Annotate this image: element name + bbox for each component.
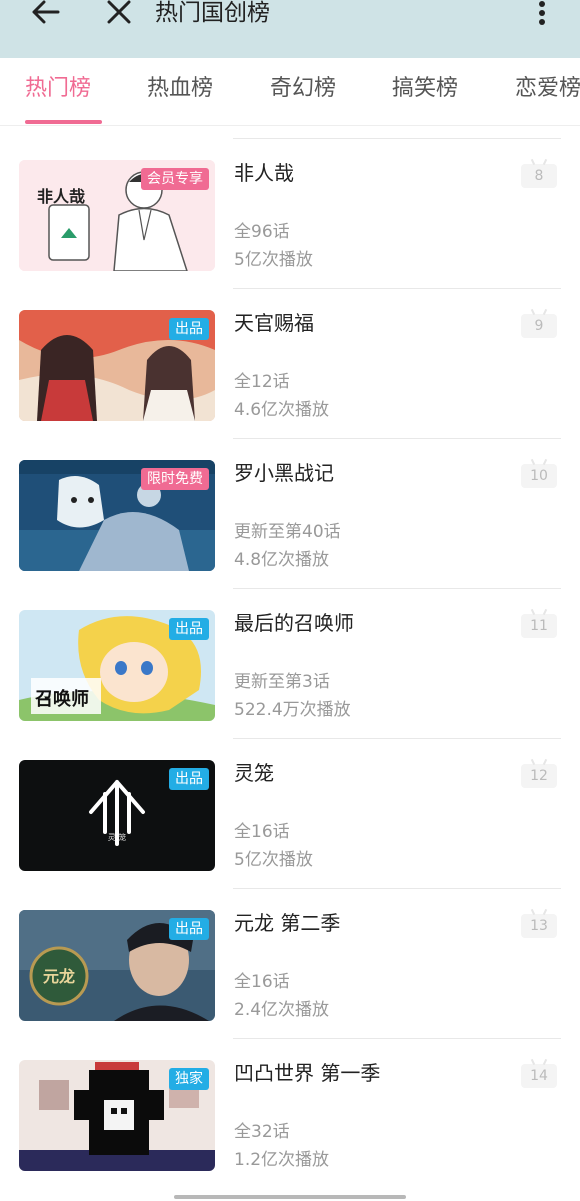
play-count: 4.8亿次播放 bbox=[234, 550, 330, 570]
status-badge: 出品 bbox=[169, 918, 209, 940]
play-count: 522.4万次播放 bbox=[234, 700, 351, 720]
list-item[interactable]: 元龙 出品 元龙 第二季 全16话 2.4亿次播放 13 bbox=[0, 910, 580, 1060]
divider bbox=[233, 138, 561, 139]
category-tabs: 热门榜 热血榜 奇幻榜 搞笑榜 恋爱榜 bbox=[0, 58, 580, 126]
tab-hot-blooded[interactable]: 热血榜 bbox=[147, 72, 213, 106]
more-vertical-icon[interactable] bbox=[530, 0, 554, 30]
episode-count: 全32话 bbox=[234, 1122, 290, 1142]
divider bbox=[233, 438, 561, 439]
rank-badge: 13 bbox=[521, 914, 557, 938]
tab-hot[interactable]: 热门榜 bbox=[25, 72, 91, 106]
episode-count: 更新至第40话 bbox=[234, 522, 341, 542]
divider bbox=[233, 888, 561, 889]
rank-badge: 8 bbox=[521, 164, 557, 188]
cover-image: 限时免费 bbox=[19, 460, 215, 571]
cover-title-text: 召唤师 bbox=[35, 688, 89, 710]
rank-badge: 12 bbox=[521, 764, 557, 788]
item-title: 罗小黑战记 bbox=[234, 461, 334, 485]
play-count: 5亿次播放 bbox=[234, 850, 313, 870]
item-title: 天官赐福 bbox=[234, 311, 314, 335]
divider bbox=[233, 288, 561, 289]
play-count: 5亿次播放 bbox=[234, 250, 313, 270]
list-item[interactable]: 出品 天官赐福 全12话 4.6亿次播放 9 bbox=[0, 310, 580, 460]
item-title: 元龙 第二季 bbox=[234, 911, 341, 935]
cover-title-text: 灵 笼 bbox=[108, 832, 127, 842]
episode-count: 全96话 bbox=[234, 222, 290, 242]
play-count: 4.6亿次播放 bbox=[234, 400, 330, 420]
status-badge: 独家 bbox=[169, 1068, 209, 1090]
cover-title-text: 元龙 bbox=[43, 967, 75, 986]
episode-count: 更新至第3话 bbox=[234, 672, 330, 692]
tab-romance[interactable]: 恋爱榜 bbox=[515, 72, 580, 106]
list-item[interactable]: 召唤师 出品 最后的召唤师 更新至第3话 522.4万次播放 11 bbox=[0, 610, 580, 760]
status-badge: 出品 bbox=[169, 318, 209, 340]
tab-fantasy[interactable]: 奇幻榜 bbox=[270, 72, 336, 106]
rank-badge: 10 bbox=[521, 464, 557, 488]
episode-count: 全16话 bbox=[234, 972, 290, 992]
list-item[interactable]: 灵 笼 出品 灵笼 全16话 5亿次播放 12 bbox=[0, 760, 580, 910]
cover-image: 灵 笼 出品 bbox=[19, 760, 215, 871]
top-app-bar: 热门国创榜 bbox=[0, 0, 580, 58]
episode-count: 全12话 bbox=[234, 372, 290, 392]
status-badge: 出品 bbox=[169, 768, 209, 790]
item-title: 灵笼 bbox=[234, 761, 274, 785]
cover-title-text: 非人哉 bbox=[37, 187, 85, 206]
rank-badge: 14 bbox=[521, 1064, 557, 1088]
home-indicator bbox=[174, 1195, 406, 1199]
item-title: 非人哉 bbox=[234, 161, 294, 185]
divider bbox=[233, 738, 561, 739]
active-tab-indicator bbox=[25, 120, 102, 124]
divider bbox=[233, 588, 561, 589]
cover-image: 出品 bbox=[19, 310, 215, 421]
item-title: 凹凸世界 第一季 bbox=[234, 1061, 381, 1085]
close-icon[interactable] bbox=[104, 0, 134, 30]
status-badge: 出品 bbox=[169, 618, 209, 640]
cover-image: 元龙 出品 bbox=[19, 910, 215, 1021]
status-badge: 限时免费 bbox=[141, 468, 209, 490]
cover-image: 非人哉 会员专享 bbox=[19, 160, 215, 271]
rank-badge: 9 bbox=[521, 314, 557, 338]
rank-badge: 11 bbox=[521, 614, 557, 638]
page-title: 热门国创榜 bbox=[155, 0, 270, 26]
status-badge: 会员专享 bbox=[141, 168, 209, 190]
play-count: 2.4亿次播放 bbox=[234, 1000, 330, 1020]
episode-count: 全16话 bbox=[234, 822, 290, 842]
list-item[interactable]: 限时免费 罗小黑战记 更新至第40话 4.8亿次播放 10 bbox=[0, 460, 580, 610]
list-item[interactable]: 非人哉 会员专享 非人哉 全96话 5亿次播放 8 bbox=[0, 160, 580, 310]
play-count: 1.2亿次播放 bbox=[234, 1150, 330, 1170]
cover-image: 召唤师 出品 bbox=[19, 610, 215, 721]
item-title: 最后的召唤师 bbox=[234, 611, 354, 635]
arrow-left-icon[interactable] bbox=[28, 0, 64, 30]
tab-comedy[interactable]: 搞笑榜 bbox=[392, 72, 458, 106]
list-item[interactable]: 独家 凹凸世界 第一季 全32话 1.2亿次播放 14 bbox=[0, 1060, 580, 1201]
cover-image: 独家 bbox=[19, 1060, 215, 1171]
divider bbox=[233, 1038, 561, 1039]
